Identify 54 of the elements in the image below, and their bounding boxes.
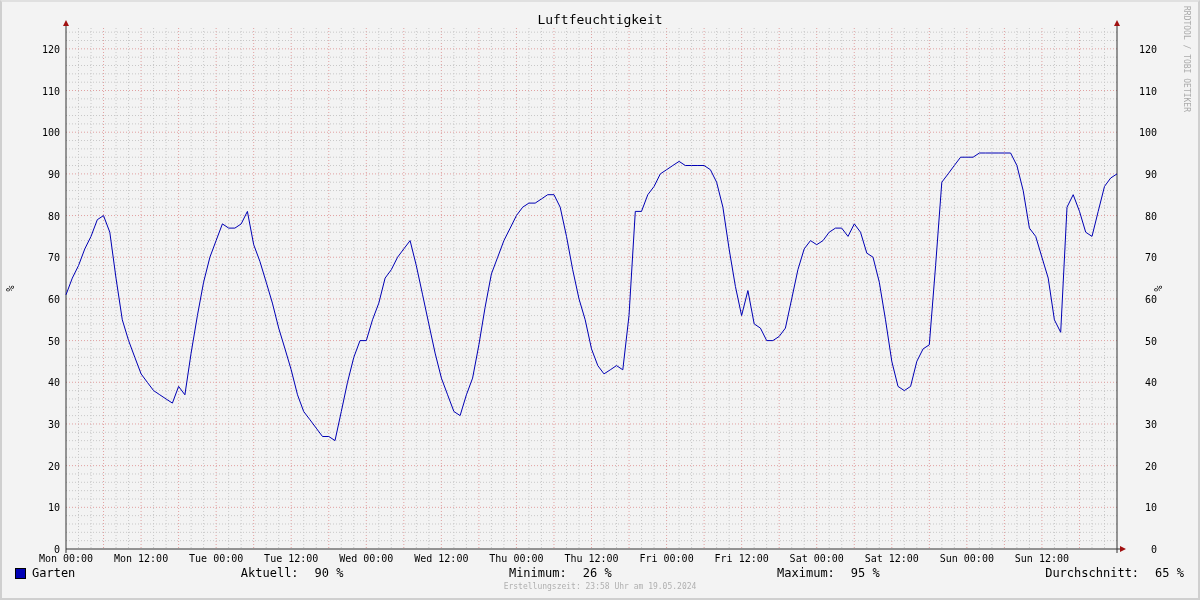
x-tick-label: Mon 12:00	[114, 553, 169, 564]
y-tick-label: 80	[47, 210, 60, 222]
x-tick-label: Wed 00:00	[339, 553, 394, 564]
stat-label: Maximum:	[777, 566, 835, 580]
y-tick-label: 30	[47, 418, 60, 430]
x-tick-label: Tue 12:00	[264, 553, 319, 564]
x-tick-label: Thu 12:00	[564, 553, 619, 564]
credit-text: RRDTOOL / TOBI OETIKER	[1182, 6, 1191, 112]
y-tick-label: 0	[53, 544, 60, 555]
x-tick-label: Thu 00:00	[489, 553, 544, 564]
y-tick-label: 10	[47, 502, 60, 514]
y-tick-label: 40	[1144, 377, 1157, 389]
x-tick-label: Tue 00:00	[189, 553, 244, 564]
stat-value: 65 %	[1155, 566, 1184, 580]
y-tick-label: 100	[41, 127, 60, 139]
y-tick-label: 0	[1150, 544, 1157, 555]
x-tick-label: Sun 12:00	[1014, 553, 1069, 564]
y-axis-title: %	[5, 285, 16, 292]
x-tick-label: Fri 00:00	[639, 553, 694, 564]
y-tick-label: 20	[47, 460, 60, 472]
x-tick-label: Sun 00:00	[939, 553, 994, 564]
y-tick-label: 80	[1144, 210, 1157, 222]
y-tick-label: 40	[47, 377, 60, 389]
stat-value: 95 %	[850, 566, 880, 580]
y-tick-label: 20	[1144, 460, 1157, 472]
x-tick-label: Sat 12:00	[864, 553, 919, 564]
y-tick-label: 90	[1144, 168, 1157, 180]
y-tick-label: 70	[47, 252, 60, 264]
y-tick-label: 100	[1138, 127, 1157, 139]
y-tick-label: 10	[1144, 502, 1157, 514]
legend-label: Garten	[32, 566, 76, 580]
x-tick-label: Sat 00:00	[789, 553, 844, 564]
stat-label: Durchschnitt:	[1045, 566, 1140, 580]
stat-value: 26 %	[582, 566, 612, 580]
y-tick-label: 30	[1144, 418, 1157, 430]
y-tick-label: 70	[1144, 252, 1157, 264]
y-axis-title: %	[1153, 285, 1164, 292]
y-tick-label: 120	[1138, 43, 1157, 55]
x-tick-label: Wed 12:00	[414, 553, 469, 564]
y-tick-label: 90	[47, 168, 60, 180]
stat-label: Minimum:	[508, 566, 567, 580]
stat-value: 90 %	[314, 566, 344, 580]
x-tick-label: Fri 12:00	[714, 553, 769, 564]
y-tick-label: 110	[1138, 85, 1157, 97]
y-tick-label: 110	[41, 85, 60, 97]
chart-title: Luftfeuchtigkeit	[537, 12, 663, 27]
y-tick-label: 50	[1144, 335, 1157, 347]
y-tick-label: 60	[47, 293, 60, 305]
creation-time-text: Erstellungszeit: 23:58 Uhr am 19.05.2024	[502, 582, 698, 591]
y-tick-label: 60	[1144, 293, 1157, 305]
stat-label: Aktuell:	[240, 566, 299, 580]
x-tick-label: Mon 00:00	[38, 553, 94, 564]
y-tick-label: 50	[47, 335, 60, 347]
y-tick-label: 120	[41, 43, 60, 55]
